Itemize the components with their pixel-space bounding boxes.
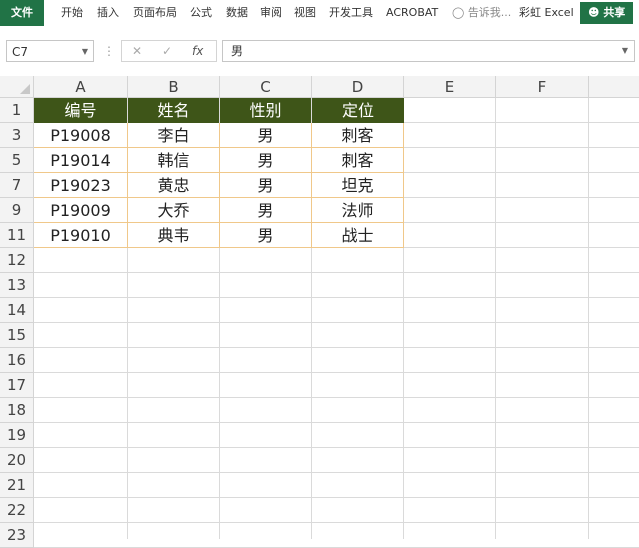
grid-line: [34, 522, 639, 523]
ribbon-tab-bar: 文件 开始 插入 页面布局 公式 数据 审阅 视图 开发工具 ACROBAT ◯…: [0, 0, 639, 27]
data-cell[interactable]: 法师: [312, 198, 404, 223]
tab-view[interactable]: 视图: [294, 0, 316, 26]
tab-insert[interactable]: 插入: [97, 0, 119, 26]
check-icon[interactable]: ✓: [162, 41, 172, 61]
column-header-d[interactable]: D: [312, 76, 404, 98]
row-header[interactable]: 14: [0, 298, 34, 323]
tab-acrobat[interactable]: ACROBAT: [386, 0, 438, 26]
name-box[interactable]: C7 ▼: [6, 40, 94, 62]
formula-content: 男: [231, 44, 244, 58]
row-header[interactable]: 19: [0, 423, 34, 448]
tell-me-text: 告诉我...: [467, 6, 512, 19]
tab-data[interactable]: 数据: [226, 0, 248, 26]
data-cell[interactable]: 李白: [128, 123, 220, 148]
data-cell[interactable]: 男: [220, 148, 312, 173]
data-cell[interactable]: P19023: [34, 173, 128, 198]
data-cell[interactable]: 男: [220, 173, 312, 198]
data-cell[interactable]: 坦克: [312, 173, 404, 198]
data-cell[interactable]: 男: [220, 123, 312, 148]
row-header[interactable]: 3: [0, 123, 34, 148]
row-header[interactable]: 5: [0, 148, 34, 173]
row-header[interactable]: 17: [0, 373, 34, 398]
grid-line: [34, 372, 639, 373]
tab-review[interactable]: 审阅: [260, 0, 282, 26]
row-header[interactable]: 1: [0, 98, 34, 123]
row-header[interactable]: 23: [0, 523, 34, 548]
data-cell[interactable]: 黄忠: [128, 173, 220, 198]
grid-line: [34, 472, 639, 473]
fx-icon[interactable]: fx: [192, 41, 203, 61]
grid-line: [34, 347, 639, 348]
tab-file[interactable]: 文件: [0, 0, 44, 26]
tell-me-box[interactable]: ◯ 告诉我...: [452, 0, 511, 26]
row-header[interactable]: 12: [0, 248, 34, 273]
tab-page-layout[interactable]: 页面布局: [133, 0, 177, 26]
data-cell[interactable]: P19008: [34, 123, 128, 148]
account-name[interactable]: 彩虹 Excel: [519, 0, 574, 26]
column-header-c[interactable]: C: [220, 76, 312, 98]
column-header-a[interactable]: A: [34, 76, 128, 98]
data-cell[interactable]: 大乔: [128, 198, 220, 223]
header-cell-gender[interactable]: 性别: [220, 98, 311, 123]
data-cell[interactable]: 刺客: [312, 148, 404, 173]
data-cell[interactable]: 男: [220, 223, 312, 248]
header-cell-id[interactable]: 编号: [34, 98, 127, 123]
share-button[interactable]: ☻ 共享: [580, 2, 634, 24]
column-header-b[interactable]: B: [128, 76, 220, 98]
row-header[interactable]: 15: [0, 323, 34, 348]
row-header[interactable]: 22: [0, 498, 34, 523]
row-header[interactable]: 7: [0, 173, 34, 198]
spreadsheet-grid: A B C D E F 1 3 5 7 9 11 12 13 14 15 16 17 18 19 20 21 2…: [0, 76, 639, 548]
column-header-e[interactable]: E: [404, 76, 496, 98]
select-all-icon: [20, 84, 30, 94]
formula-buttons: ✕ ✓ fx: [121, 40, 217, 62]
data-cell[interactable]: 刺客: [312, 123, 404, 148]
drag-handle-icon[interactable]: ⋮: [103, 40, 115, 62]
person-icon: ☻: [588, 6, 600, 19]
share-label: 共享: [603, 6, 626, 19]
formula-bar: C7 ▼ ⋮ ✕ ✓ fx 男 ▼: [0, 26, 639, 76]
select-all-corner[interactable]: [0, 76, 34, 98]
row-header[interactable]: 13: [0, 273, 34, 298]
grid-line: [34, 422, 639, 423]
row-header[interactable]: 11: [0, 223, 34, 248]
column-header-g[interactable]: [589, 76, 639, 98]
grid-line: [34, 297, 639, 298]
tab-formulas[interactable]: 公式: [190, 0, 212, 26]
grid-line: [34, 272, 639, 273]
formula-input[interactable]: 男 ▼: [222, 40, 635, 62]
row-header[interactable]: 20: [0, 448, 34, 473]
data-cell[interactable]: 战士: [312, 223, 404, 248]
lightbulb-icon: ◯: [452, 6, 465, 19]
row-header[interactable]: 18: [0, 398, 34, 423]
row-header[interactable]: 16: [0, 348, 34, 373]
data-cell[interactable]: P19014: [34, 148, 128, 173]
data-cell[interactable]: 男: [220, 198, 312, 223]
column-header-f[interactable]: F: [496, 76, 589, 98]
tab-home[interactable]: 开始: [61, 0, 83, 26]
data-cell[interactable]: 韩信: [128, 148, 220, 173]
name-box-value: C7: [12, 45, 29, 59]
data-cell[interactable]: P19009: [34, 198, 128, 223]
expand-formula-icon[interactable]: ▼: [622, 41, 628, 61]
grid-line: [34, 447, 639, 448]
chevron-down-icon[interactable]: ▼: [82, 41, 88, 63]
cancel-icon[interactable]: ✕: [132, 41, 142, 61]
row-header[interactable]: 21: [0, 473, 34, 498]
header-cell-role[interactable]: 定位: [312, 98, 404, 123]
row-header[interactable]: 9: [0, 198, 34, 223]
tab-developer[interactable]: 开发工具: [329, 0, 373, 26]
header-cell-name[interactable]: 姓名: [128, 98, 219, 123]
grid-line: [34, 322, 639, 323]
data-cell[interactable]: P19010: [34, 223, 128, 248]
grid-line: [34, 397, 639, 398]
data-cell[interactable]: 典韦: [128, 223, 220, 248]
grid-line: [34, 497, 639, 498]
